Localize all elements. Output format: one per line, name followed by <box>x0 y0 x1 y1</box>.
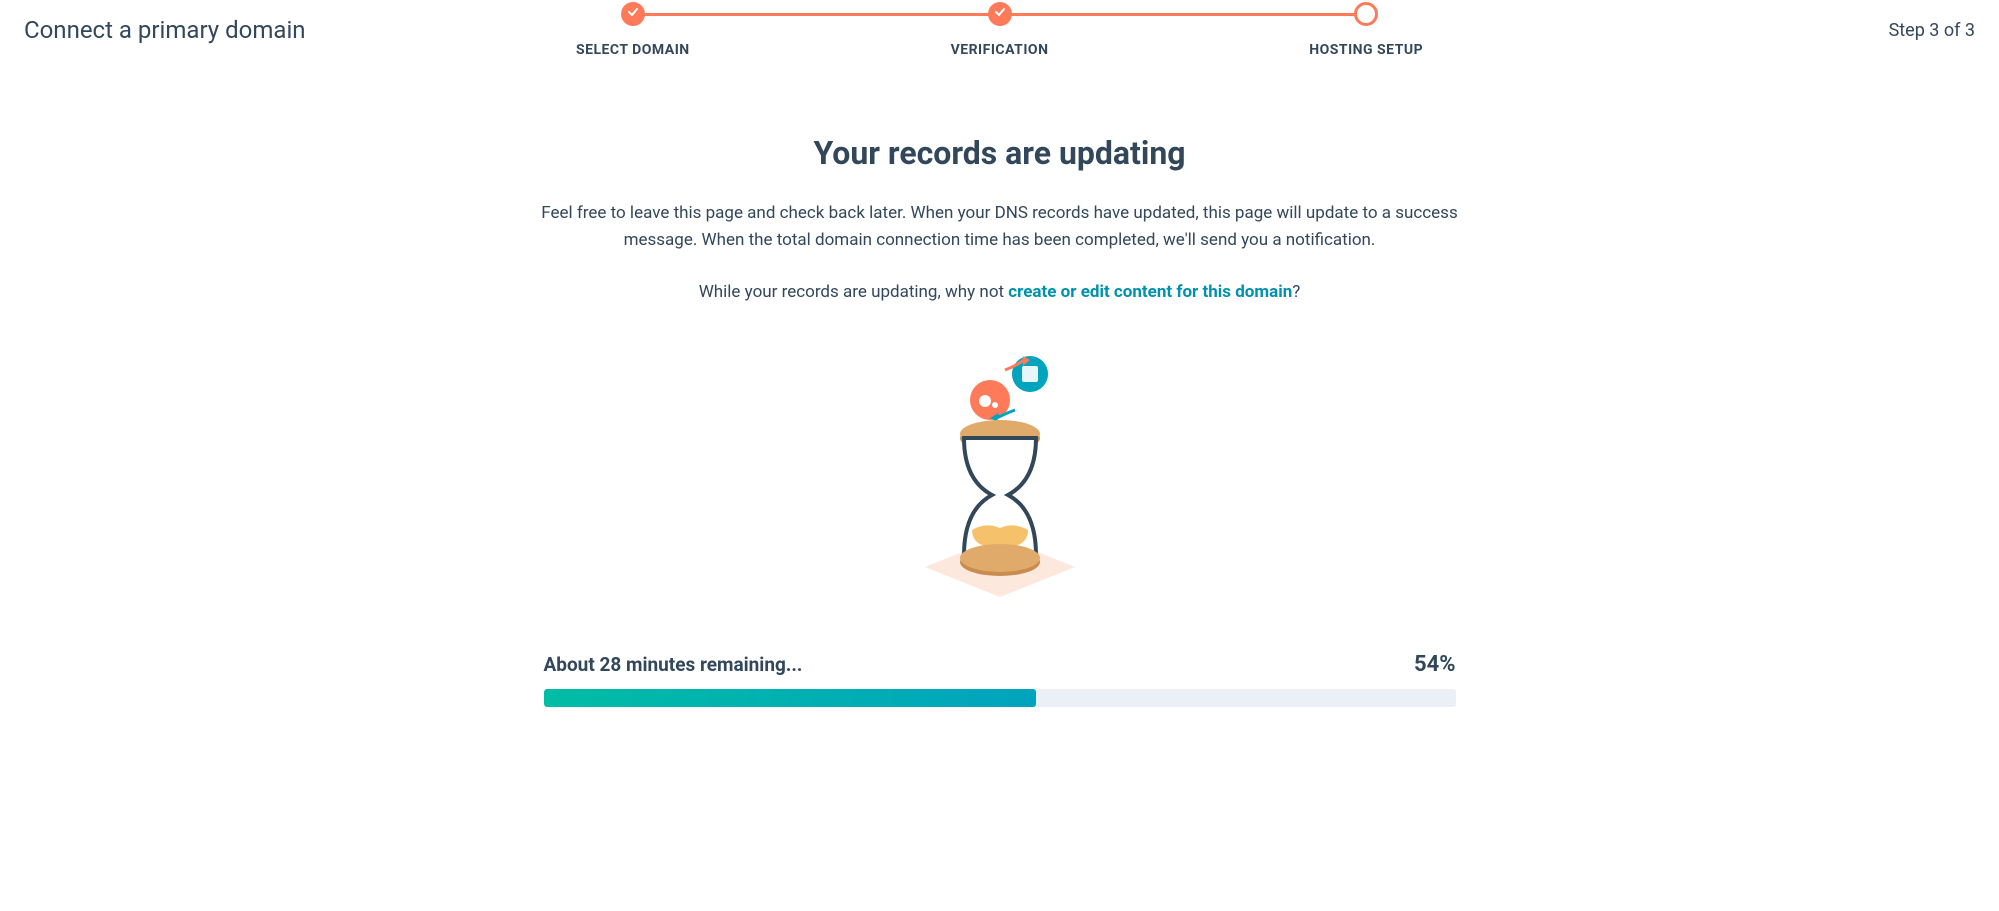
step-connector <box>633 13 1000 16</box>
description-text: Feel free to leave this page and check b… <box>524 200 1476 254</box>
main-heading: Your records are updating <box>524 134 1476 172</box>
checkmark-icon <box>994 6 1006 22</box>
create-content-link[interactable]: create or edit content for this domain <box>1008 282 1292 302</box>
step-circle-completed <box>621 2 645 26</box>
step-indicator: Step 3 of 3 <box>1889 20 1975 41</box>
step-verification: VERIFICATION <box>816 2 1183 58</box>
page-title: Connect a primary domain <box>24 16 306 44</box>
step-label: VERIFICATION <box>951 42 1049 58</box>
prompt-prefix: While your records are updating, why not <box>699 282 1009 302</box>
progress-percent-label: 54% <box>1414 652 1456 677</box>
step-circle-current <box>1354 2 1378 26</box>
hourglass-illustration <box>900 342 1100 602</box>
progress-fill <box>544 689 1036 707</box>
progress-bar <box>544 689 1456 707</box>
step-connector <box>1000 13 1367 16</box>
stepper: SELECT DOMAIN VERIFICATION HOSTING SETUP <box>450 2 1550 58</box>
checkmark-icon <box>627 6 639 22</box>
prompt-text: While your records are updating, why not… <box>524 282 1476 302</box>
prompt-suffix: ? <box>1292 282 1300 302</box>
step-label: HOSTING SETUP <box>1309 42 1423 58</box>
step-select-domain: SELECT DOMAIN <box>450 2 817 58</box>
step-circle-completed <box>988 2 1012 26</box>
step-label: SELECT DOMAIN <box>576 42 690 58</box>
time-remaining-label: About 28 minutes remaining... <box>544 653 803 676</box>
step-hosting-setup: HOSTING SETUP <box>1183 2 1550 58</box>
